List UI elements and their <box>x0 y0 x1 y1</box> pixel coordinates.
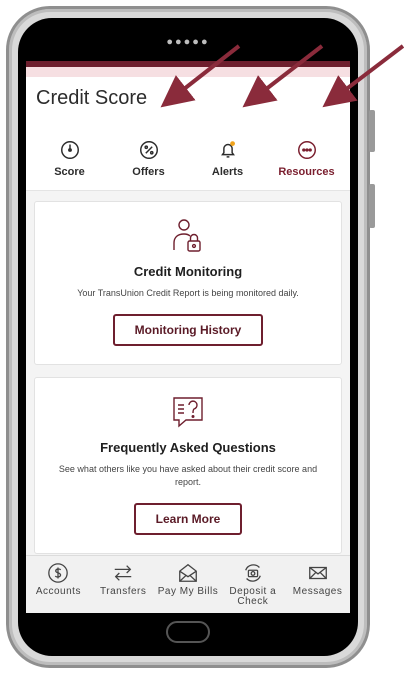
nav-deposit-check[interactable]: Deposit a Check <box>220 562 285 613</box>
nav-pay-bills[interactable]: Pay My Bills <box>156 562 221 613</box>
learn-more-button[interactable]: Learn More <box>133 503 243 535</box>
home-bar <box>18 621 358 648</box>
monitoring-text: Your TransUnion Credit Report is being m… <box>77 288 299 298</box>
tab-score-label: Score <box>54 166 85 178</box>
nav-accounts-label: Accounts <box>35 586 81 597</box>
home-button[interactable] <box>166 621 210 643</box>
bottom-nav: Accounts Transfers Pay My Bills Deposit … <box>26 555 350 613</box>
faq-title: Frequently Asked Questions <box>100 440 276 455</box>
nav-accounts[interactable]: Accounts <box>26 562 91 613</box>
faq-text: See what others like you have asked abou… <box>58 464 318 487</box>
tab-offers[interactable]: Offers <box>114 139 184 178</box>
nav-deposit-check-label: Deposit a Check <box>229 586 277 607</box>
app-screen: Credit Score Score Offers Alerts Resourc… <box>26 61 350 613</box>
page-header: Credit Score <box>26 77 350 129</box>
chat-question-icon <box>173 397 203 428</box>
bell-icon <box>220 141 235 158</box>
nav-pay-bills-label: Pay My Bills <box>157 586 219 597</box>
tab-offers-label: Offers <box>132 166 165 178</box>
envelope-dollar-icon <box>179 563 197 582</box>
credit-monitoring-card: Credit Monitoring Your TransUnion Credit… <box>34 201 342 365</box>
speaker-dots: ●●●●● <box>166 36 210 48</box>
resources-content: Credit Monitoring Your TransUnion Credit… <box>26 191 350 576</box>
nav-transfers[interactable]: Transfers <box>91 562 156 613</box>
nav-messages-label: Messages <box>292 586 343 597</box>
power-button <box>369 184 375 228</box>
tab-alerts[interactable]: Alerts <box>193 139 263 178</box>
faq-card: Frequently Asked Questions See what othe… <box>34 377 342 554</box>
credit-tabs: Score Offers Alerts Resources <box>26 129 350 191</box>
page-title: Credit Score <box>36 87 148 109</box>
nav-messages[interactable]: Messages <box>285 562 350 613</box>
mail-icon <box>308 566 327 580</box>
monitoring-history-button[interactable]: Monitoring History <box>112 314 264 346</box>
phone-frame: ●●●●● Credit Score Score Offers Alerts R… <box>6 6 370 668</box>
ellipsis-icon <box>297 141 316 159</box>
accent-bar-light <box>26 67 350 77</box>
camera-deposit-icon <box>244 564 261 582</box>
person-lock-icon <box>173 219 201 252</box>
transfer-icon <box>114 565 132 581</box>
tab-resources-label: Resources <box>278 166 335 178</box>
volume-button <box>369 110 375 152</box>
nav-transfers-label: Transfers <box>100 586 147 597</box>
gauge-icon <box>60 141 79 159</box>
monitoring-title: Credit Monitoring <box>133 264 243 279</box>
dollar-icon <box>48 563 69 583</box>
percent-icon <box>139 141 158 159</box>
tab-resources[interactable]: Resources <box>272 139 342 178</box>
tab-alerts-label: Alerts <box>211 166 244 178</box>
phone-bezel: ●●●●● Credit Score Score Offers Alerts R… <box>18 18 358 656</box>
tab-score[interactable]: Score <box>35 139 105 178</box>
